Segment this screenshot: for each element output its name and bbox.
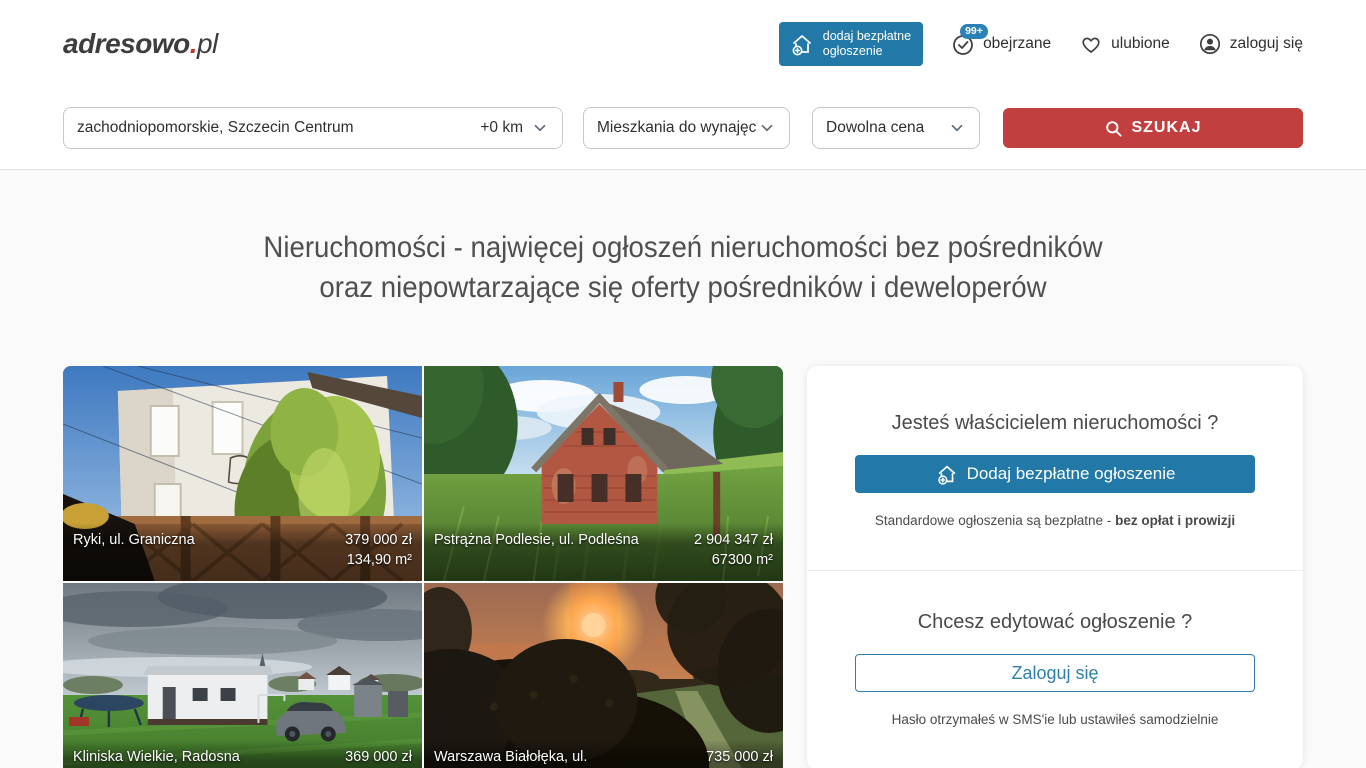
page-title-line2: oraz niepowtarzające się oferty pośredni… (55, 268, 1312, 308)
favorites-label: ulubione (1111, 35, 1170, 53)
listing-caption: Kliniska Wielkie, Radosna 369 000 zł (63, 740, 422, 768)
page-title: Nieruchomości - najwięcej ogłoszeń nieru… (0, 170, 1366, 308)
page-title-line1: Nieruchomości - najwięcej ogłoszeń nieru… (55, 228, 1312, 268)
listing-price: 369 000 zł (345, 747, 412, 767)
price-select[interactable]: Dowolna cena (812, 107, 980, 149)
house-plus-icon (789, 31, 815, 57)
logo[interactable]: adresowo.pl (63, 28, 218, 60)
listing-location: Ryki, ul. Graniczna (73, 530, 195, 572)
listings-grid: Ryki, ul. Graniczna 379 000 zł 134,90 m² (63, 366, 783, 768)
heart-icon (1079, 32, 1103, 56)
sidebar: Jesteś właścicielem nieruchomości ? Doda… (807, 366, 1303, 768)
viewed-count-badge: 99+ (960, 24, 988, 39)
check-circle-icon: 99+ (951, 32, 975, 56)
listing-caption: Ryki, ul. Graniczna 379 000 zł 134,90 m² (63, 523, 422, 581)
listing-area: 67300 m² (694, 550, 773, 570)
price-value: Dowolna cena (826, 119, 924, 137)
viewed-link[interactable]: 99+ obejrzane (951, 32, 1051, 56)
login-link[interactable]: zaloguj się (1198, 32, 1303, 56)
edit-section: Chcesz edytować ogłoszenie ? Zaloguj się… (807, 570, 1303, 768)
top-bar: adresowo.pl dodaj bezpłatne ogłoszenie (0, 0, 1366, 88)
favorites-link[interactable]: ulubione (1079, 32, 1170, 56)
listing-card[interactable]: Kliniska Wielkie, Radosna 369 000 zł (63, 583, 422, 768)
add-listing-label-line1: dodaj bezpłatne (823, 29, 911, 43)
login-button[interactable]: Zaloguj się (855, 654, 1255, 692)
owner-section: Jesteś właścicielem nieruchomości ? Doda… (807, 366, 1303, 570)
chevron-down-icon (758, 119, 776, 137)
owner-panel: Jesteś właścicielem nieruchomości ? Doda… (807, 366, 1303, 768)
edit-heading: Chcesz edytować ogłoszenie ? (855, 611, 1255, 634)
add-free-listing-button[interactable]: Dodaj bezpłatne ogłoszenie (855, 455, 1255, 493)
add-listing-button[interactable]: dodaj bezpłatne ogłoszenie (779, 22, 923, 66)
listing-location: Kliniska Wielkie, Radosna (73, 747, 240, 768)
search-icon (1104, 119, 1123, 138)
radius-value: +0 km (480, 119, 523, 137)
logo-tld: pl (197, 28, 218, 59)
listing-price: 379 000 zł (345, 530, 412, 550)
add-free-listing-label: Dodaj bezpłatne ogłoszenie (967, 464, 1176, 484)
location-input[interactable]: zachodniopomorskie, Szczecin Centrum +0 … (63, 107, 563, 149)
owner-note-bold: bez opłat i prowizji (1115, 513, 1235, 528)
search-section: zachodniopomorskie, Szczecin Centrum +0 … (0, 88, 1366, 170)
owner-note-regular: Standardowe ogłoszenia są bezpłatne - (875, 513, 1115, 528)
chevron-down-icon (531, 119, 549, 137)
location-value: zachodniopomorskie, Szczecin Centrum (77, 119, 354, 137)
search-button-label: SZUKAJ (1131, 119, 1201, 137)
viewed-label: obejrzane (983, 35, 1051, 53)
listing-area: 134,90 m² (345, 550, 412, 570)
owner-note: Standardowe ogłoszenia są bezpłatne - be… (855, 513, 1255, 528)
listing-card[interactable]: Ryki, ul. Graniczna 379 000 zł 134,90 m² (63, 366, 422, 581)
main-content: Nieruchomości - najwięcej ogłoszeń nieru… (0, 170, 1366, 768)
category-value: Mieszkania do wynajęc (597, 119, 758, 137)
house-plus-icon (935, 462, 959, 486)
logo-main: adresowo (63, 28, 190, 59)
logo-dot: . (190, 28, 197, 59)
owner-heading: Jesteś właścicielem nieruchomości ? (855, 412, 1255, 435)
listing-caption: Warszawa Białołęka, ul. 735 000 zł (424, 740, 783, 768)
user-circle-icon (1198, 32, 1222, 56)
listing-price: 2 904 347 zł (694, 530, 773, 550)
header-actions: dodaj bezpłatne ogłoszenie 99+ obejrzane (779, 22, 1303, 66)
listing-card[interactable]: Pstrążna Podlesie, ul. Podleśna 2 904 34… (424, 366, 783, 581)
listing-location: Warszawa Białołęka, ul. (434, 747, 587, 768)
login-button-label: Zaloguj się (1011, 663, 1098, 684)
add-listing-label-line2: ogłoszenie (823, 44, 883, 58)
chevron-down-icon (948, 119, 966, 137)
listing-price: 735 000 zł (706, 747, 773, 767)
login-label: zaloguj się (1230, 35, 1303, 53)
listing-caption: Pstrążna Podlesie, ul. Podleśna 2 904 34… (424, 523, 783, 581)
listing-location: Pstrążna Podlesie, ul. Podleśna (434, 530, 639, 572)
listing-card[interactable]: Warszawa Białołęka, ul. 735 000 zł (424, 583, 783, 768)
edit-note: Hasło otrzymałeś w SMS'ie lub ustawiłeś … (855, 712, 1255, 727)
search-button[interactable]: SZUKAJ (1003, 108, 1303, 148)
category-select[interactable]: Mieszkania do wynajęc (583, 107, 790, 149)
